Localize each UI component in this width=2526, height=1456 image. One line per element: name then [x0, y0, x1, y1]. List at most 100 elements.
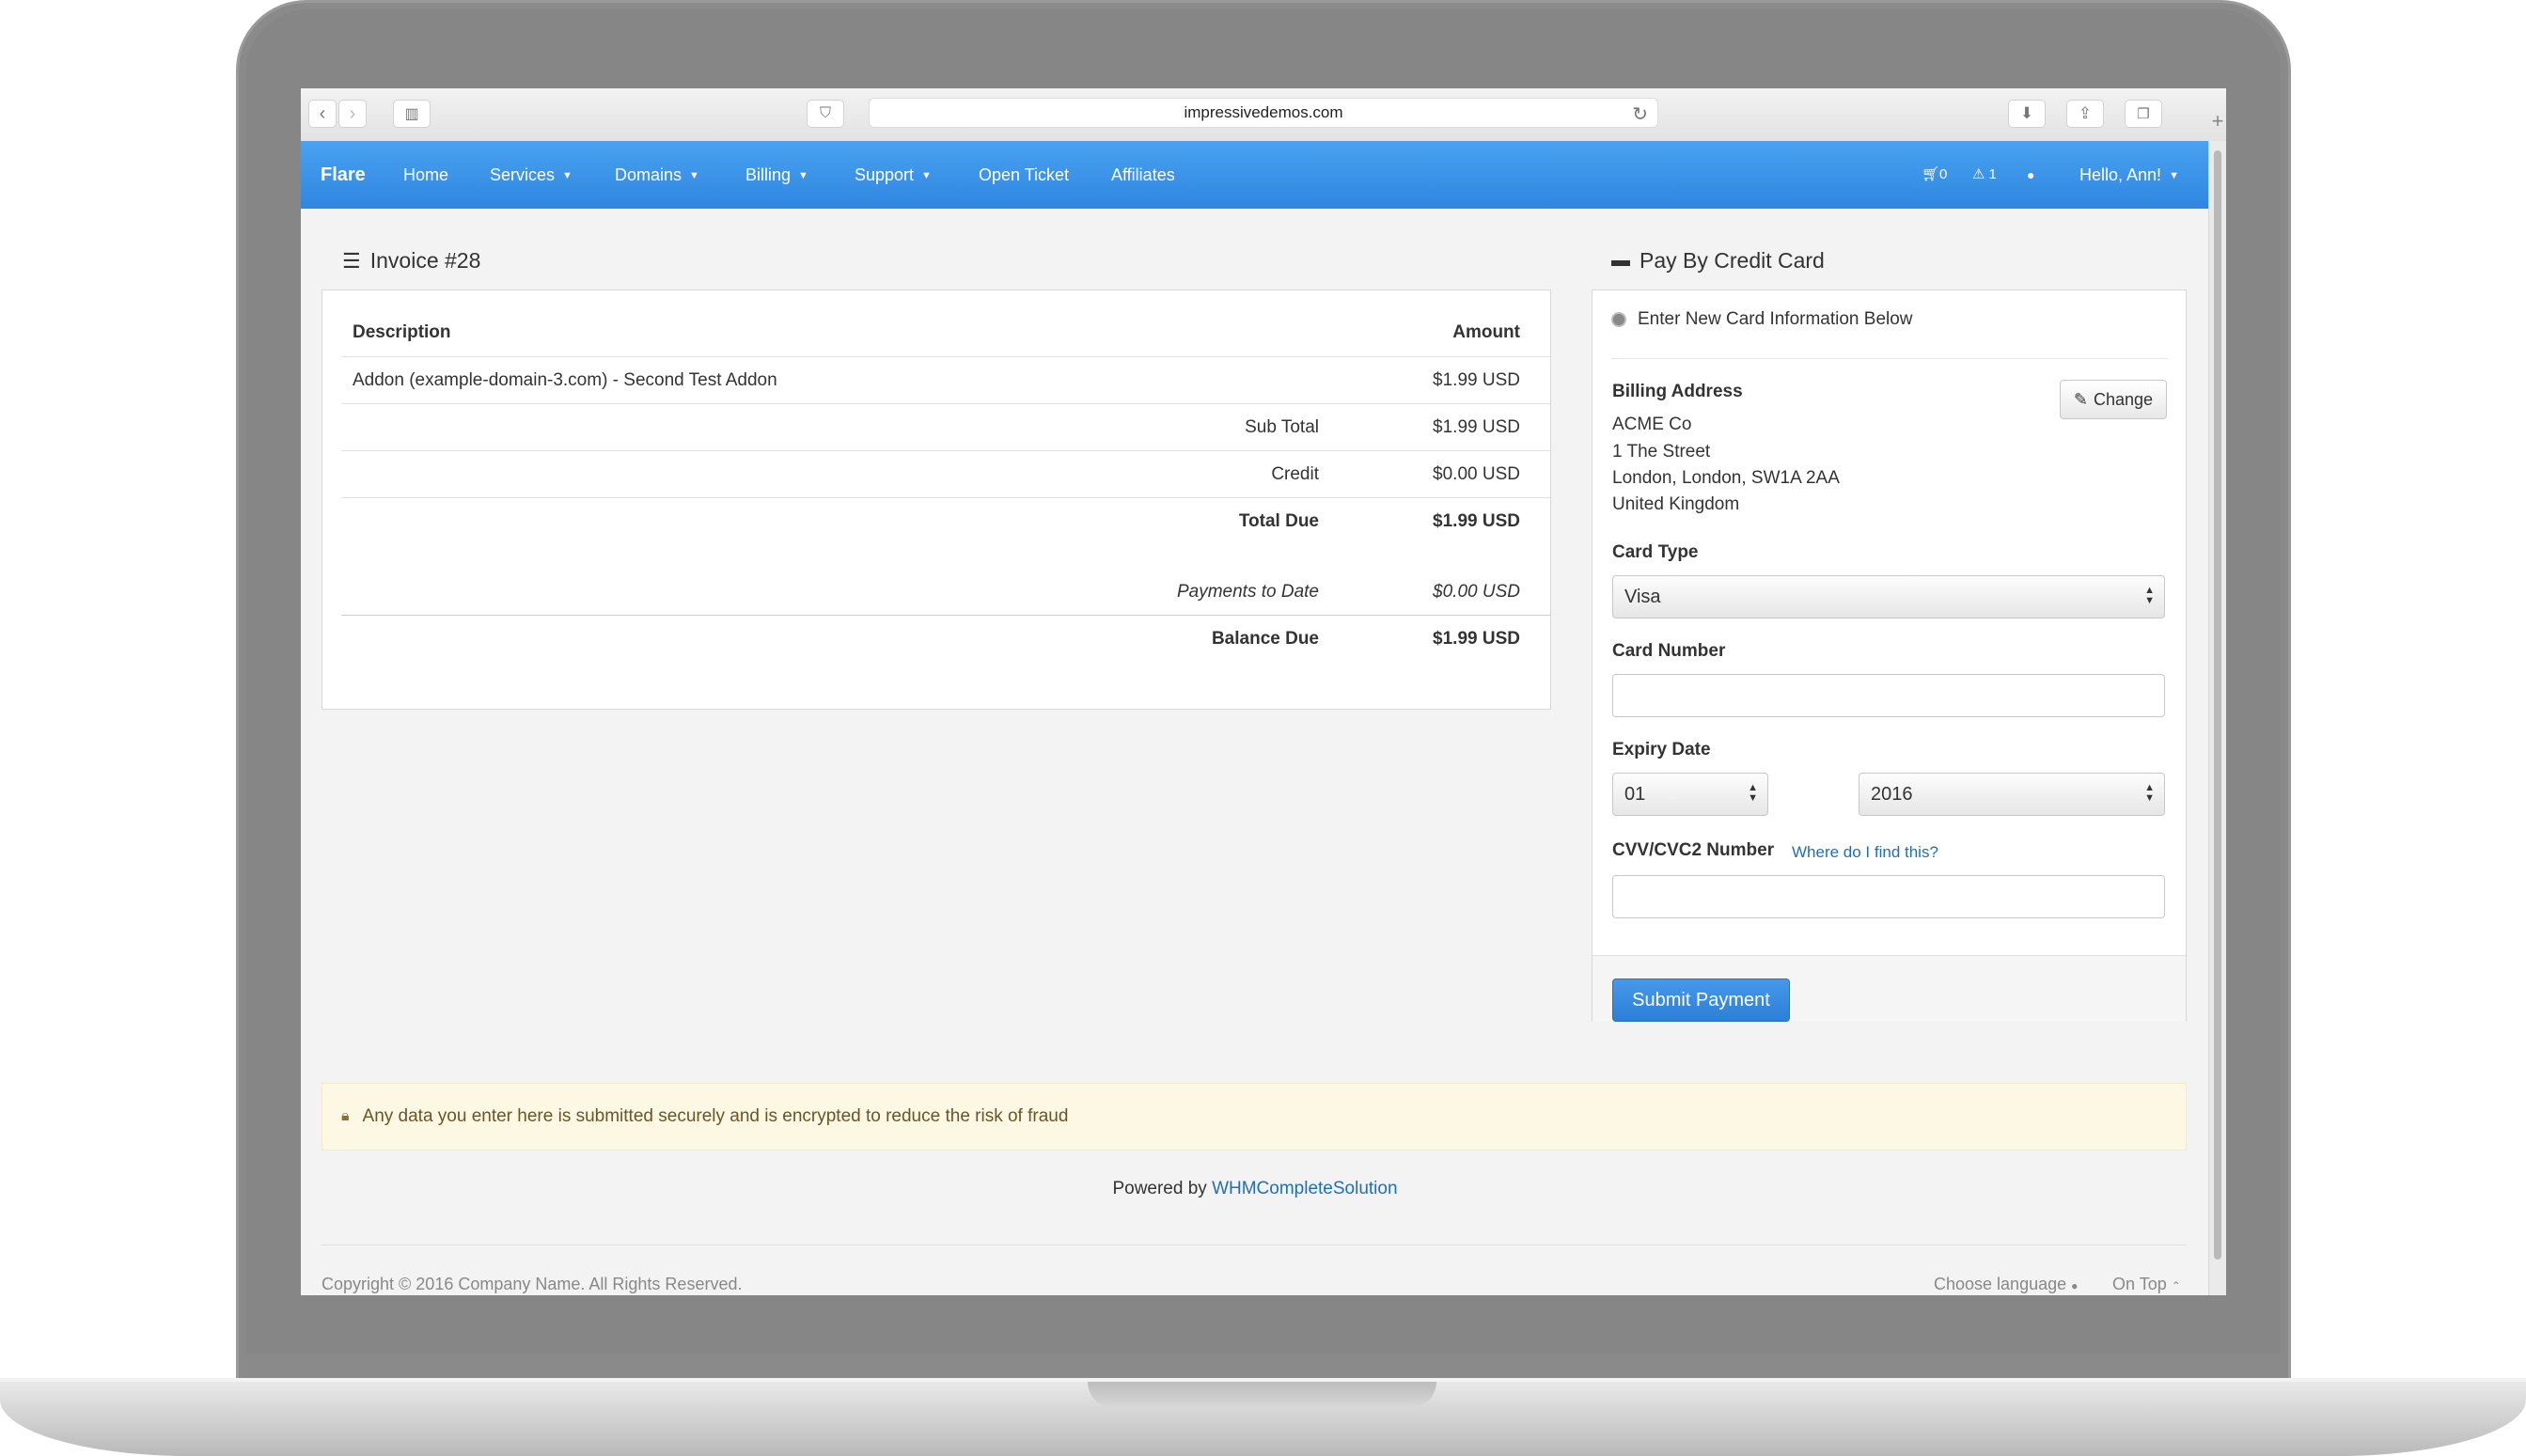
select-arrows-icon: ▲ ▼ [2144, 782, 2155, 804]
choose-language-label: Choose language [1934, 1275, 2067, 1293]
nav-label: Affiliates [1111, 165, 1175, 184]
expiry-year-select[interactable]: 2016 ▲ ▼ [1859, 773, 2165, 816]
expiry-year-value: 2016 [1871, 783, 1913, 805]
billing-address-label: Billing Address [1612, 382, 1743, 401]
invoice-title: Invoice #28 [369, 248, 481, 273]
balance-due-row: Balance Due $1.99 USD [341, 615, 1550, 663]
cvv-input[interactable] [1612, 875, 2165, 918]
card-type-label: Card Type [1612, 542, 1699, 562]
table-row: Addon (example-domain-3.com) - Second Te… [341, 356, 1550, 404]
change-address-button[interactable]: ✎ Change [2060, 380, 2167, 419]
nav-open-ticket[interactable]: Open Ticket [979, 141, 1069, 209]
edit-icon: ✎ [2073, 389, 2089, 409]
address-line: ACME Co [1612, 415, 1692, 434]
credit-label: Credit [1271, 464, 1319, 484]
payments-to-date-label: Payments to Date [1176, 582, 1319, 602]
back-icon[interactable]: ‹ [308, 100, 337, 128]
new-card-option-label: Enter New Card Information Below [1638, 309, 1913, 329]
address-bar[interactable]: impressivedemos.com ↻ [869, 98, 1658, 128]
caret-down-icon: ▼ [689, 170, 699, 181]
credit-row: Credit $0.00 USD [341, 450, 1550, 498]
subtotal-value: $1.99 USD [1433, 417, 1520, 437]
nav-label: Open Ticket [979, 165, 1070, 184]
expiry-month-value: 01 [1624, 783, 1646, 805]
cart-icon: 🛒︎ [1922, 166, 1940, 182]
url-text: impressivedemos.com [1184, 103, 1343, 121]
page-scrollbar[interactable] [2208, 141, 2226, 1295]
user-greeting: Hello, Ann! [2079, 165, 2162, 184]
address-line: London, London, SW1A 2AA [1612, 468, 1840, 488]
nav-affiliates[interactable]: Affiliates [1111, 141, 1175, 209]
language-globe-icon[interactable]: ● [2027, 141, 2034, 209]
payment-heading: ▬ Pay By Credit Card [1611, 248, 1825, 274]
card-type-select[interactable]: Visa ▲ ▼ [1612, 575, 2165, 618]
nav-services[interactable]: Services ▼ [490, 141, 573, 209]
nav-home[interactable]: Home [403, 141, 448, 209]
card-type-value: Visa [1624, 586, 1661, 607]
card-number-input[interactable] [1612, 674, 2165, 717]
col-amount-header: Amount [1452, 322, 1520, 342]
forward-icon[interactable]: › [338, 100, 367, 128]
subtotal-row: Sub Total $1.99 USD [341, 403, 1550, 451]
pocket-icon[interactable]: ⛉ [807, 100, 844, 128]
download-icon[interactable]: ⬇ [2008, 100, 2046, 128]
nav-label: Billing [745, 165, 792, 184]
subtotal-label: Sub Total [1245, 417, 1319, 437]
expiry-date-label: Expiry Date [1612, 740, 1711, 759]
powered-by-link[interactable]: WHMCompleteSolution [1212, 1179, 1397, 1198]
select-arrows-icon: ▲ ▼ [1748, 782, 1758, 804]
security-notice: 🔒︎ Any data you enter here is submitted … [322, 1083, 2187, 1151]
choose-language-link[interactable]: Choose language ● [1934, 1275, 2078, 1294]
payment-title: Pay By Credit Card [1640, 248, 1825, 273]
powered-by-text: Powered by [1112, 1179, 1207, 1198]
payments-to-date-row: Payments to Date $0.00 USD [341, 569, 1550, 610]
screen: ‹ › ▥ ⛉ impressivedemos.com ↻ ⬇ ⇪ ❐ + Fl… [301, 88, 2226, 1295]
nav-billing[interactable]: Billing ▼ [745, 141, 808, 209]
caret-down-icon: ▼ [562, 170, 573, 181]
submit-payment-button[interactable]: Submit Payment [1612, 978, 1790, 1022]
nav-label: Home [403, 165, 449, 184]
share-icon[interactable]: ⇪ [2066, 100, 2104, 128]
on-top-label: On Top [2112, 1275, 2167, 1293]
invoice-panel: Description Amount Addon (example-domain… [322, 290, 1551, 710]
nav-label: Services [490, 165, 556, 184]
cart-button[interactable]: 🛒︎0 [1922, 141, 1947, 209]
chevron-up-icon: ⌃ [2171, 1279, 2181, 1292]
caret-down-icon: ▼ [2169, 170, 2179, 181]
alerts-button[interactable]: ⚠︎ 1 [1972, 141, 1997, 209]
tabs-icon[interactable]: ❐ [2125, 100, 2162, 128]
powered-by: Powered by WHMCompleteSolution [301, 1179, 2209, 1199]
nav-support[interactable]: Support ▼ [855, 141, 932, 209]
payments-to-date-value: $0.00 USD [1433, 582, 1520, 602]
submit-payment-label: Submit Payment [1632, 989, 1770, 1010]
alert-count: 1 [1988, 166, 1997, 182]
caret-down-icon: ▼ [798, 170, 808, 181]
scrollbar-thumb[interactable] [2214, 150, 2221, 1260]
user-menu[interactable]: Hello, Ann! ▼ [2079, 141, 2179, 209]
brand-logo[interactable]: Flare [321, 141, 366, 209]
address-line: United Kingdom [1612, 494, 1740, 514]
credit-card-icon: ▬ [1611, 250, 1630, 271]
payment-panel: Enter New Card Information Below Billing… [1592, 290, 2187, 1022]
nav-label: Domains [615, 165, 682, 184]
on-top-link[interactable]: On Top ⌃ [2112, 1275, 2181, 1294]
browser-toolbar: ‹ › ▥ ⛉ impressivedemos.com ↻ ⬇ ⇪ ❐ + [301, 88, 2226, 142]
nav-domains[interactable]: Domains ▼ [615, 141, 699, 209]
col-description-header: Description [353, 322, 451, 342]
laptop-notch [1088, 1382, 1436, 1408]
security-notice-text: Any data you enter here is submitted sec… [362, 1106, 1069, 1126]
card-number-label: Card Number [1612, 641, 1726, 661]
sidebar-toggle-icon[interactable]: ▥ [393, 100, 431, 128]
total-due-label: Total Due [1238, 511, 1319, 531]
expiry-month-select[interactable]: 01 ▲ ▼ [1612, 773, 1768, 816]
divider [1611, 358, 2168, 359]
cvv-help-link[interactable]: Where do I find this? [1792, 843, 1938, 862]
new-card-option[interactable]: Enter New Card Information Below [1611, 309, 1913, 330]
new-tab-icon[interactable]: + [2209, 109, 2226, 137]
balance-due-label: Balance Due [1211, 629, 1319, 649]
radio-button[interactable] [1611, 312, 1626, 327]
total-due-value: $1.99 USD [1433, 511, 1520, 531]
change-label: Change [2094, 389, 2154, 409]
reload-icon[interactable]: ↻ [1632, 102, 1648, 126]
caret-down-icon: ▼ [921, 170, 932, 181]
